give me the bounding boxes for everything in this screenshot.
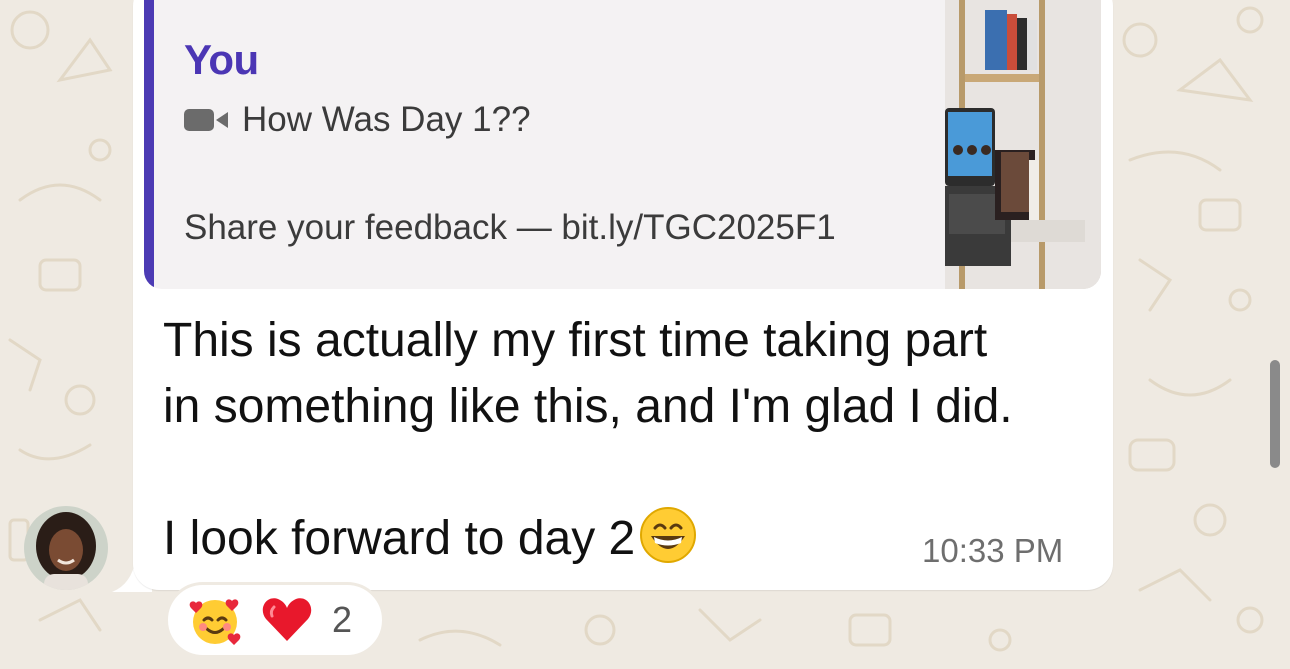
avatar[interactable] — [24, 506, 108, 590]
quoted-author: You — [184, 36, 259, 83]
scrollbar[interactable] — [1270, 360, 1280, 468]
reactions-pill[interactable]: 2 — [165, 582, 385, 658]
quoted-message[interactable]: You How Was Day 1?? Share your feedback … — [144, 0, 1101, 289]
red-heart-icon — [262, 598, 312, 641]
quoted-title: How Was Day 1?? — [242, 100, 531, 139]
message-line-2: in something like this, and I'm glad I d… — [163, 380, 1013, 433]
quoted-body: Share your feedback — bit.ly/TGC2025F1 — [184, 208, 836, 247]
quote-accent-bar — [144, 0, 154, 289]
message-line-1: This is actually my first time taking pa… — [163, 314, 988, 367]
reaction-count: 2 — [332, 599, 353, 640]
quoted-video-thumbnail — [945, 0, 1101, 289]
grinning-face-icon — [640, 507, 697, 563]
quoted-title-row: How Was Day 1?? — [184, 100, 531, 140]
message-timestamp: 10:33 PM — [922, 532, 1064, 569]
message-line-3: I look forward to day 2 — [163, 512, 636, 565]
video-camera-icon — [184, 109, 228, 131]
smiling-face-with-hearts-icon — [189, 599, 241, 645]
